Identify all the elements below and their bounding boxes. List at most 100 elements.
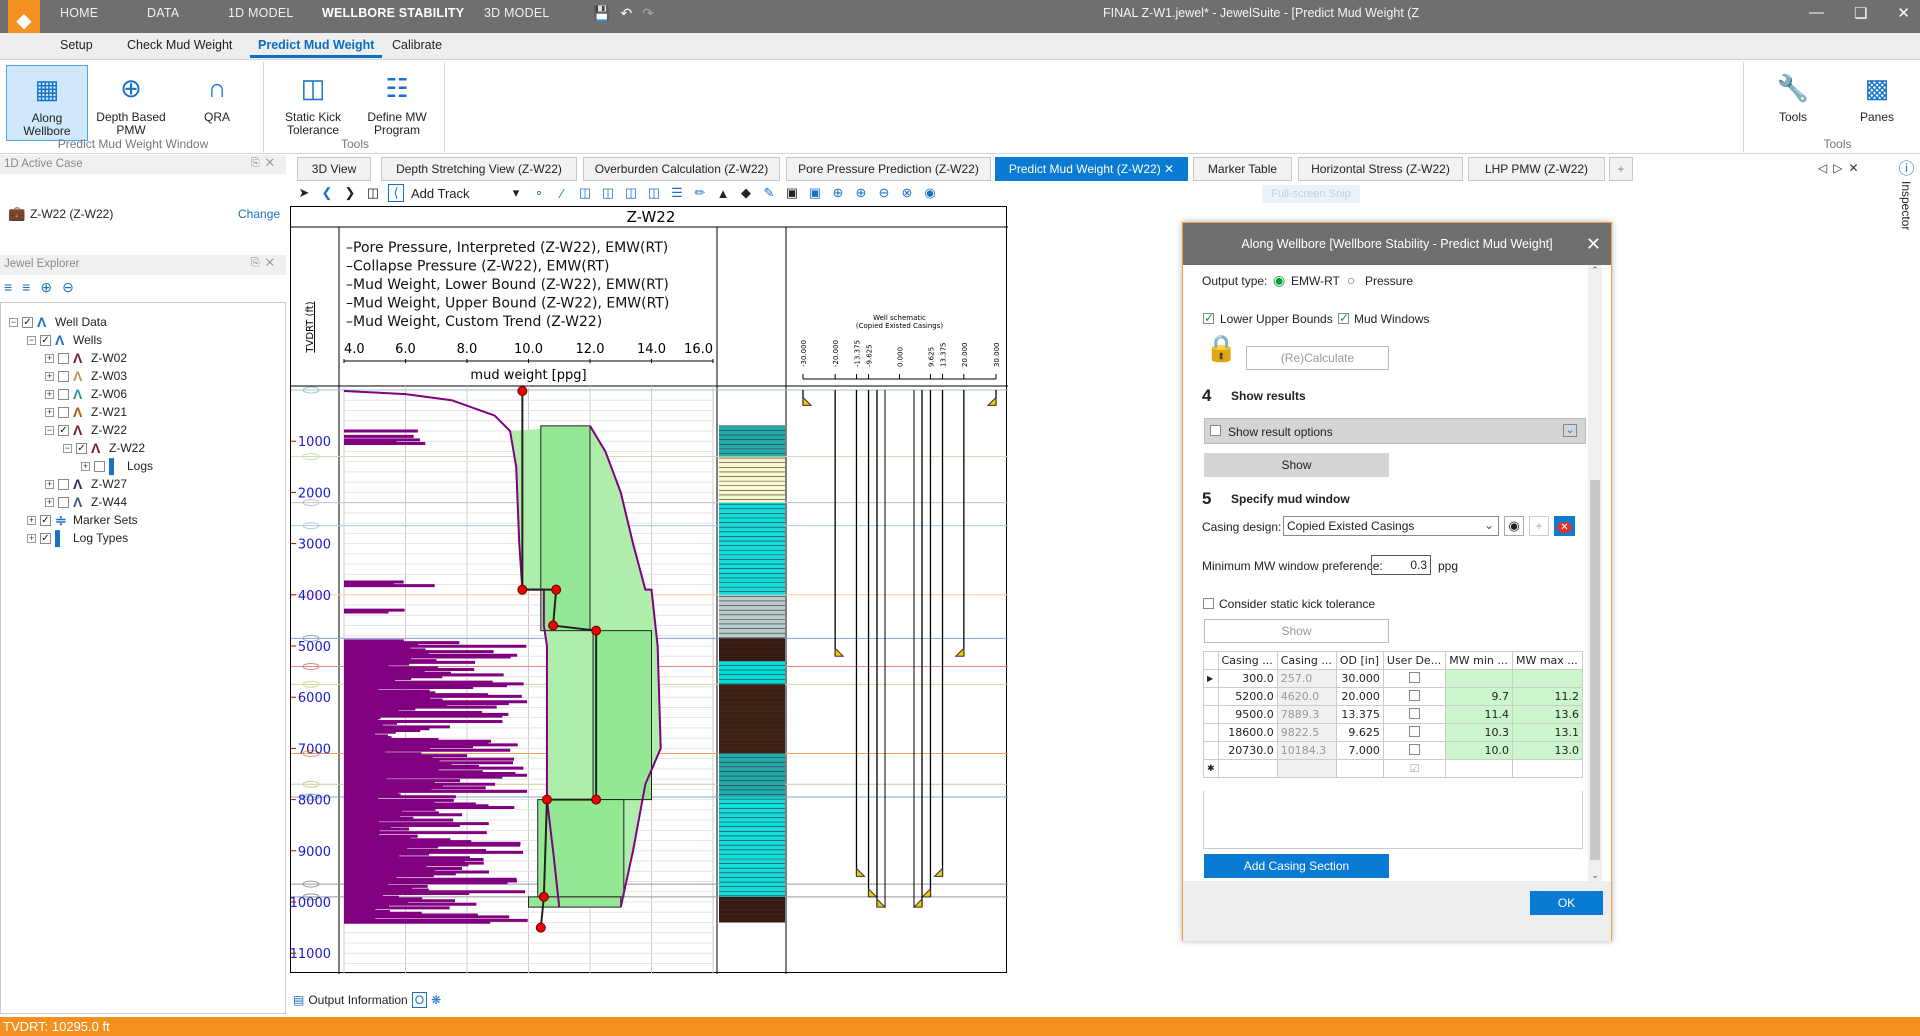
depth-based-pmw-button[interactable]: ⊕ Depth Based PMW [90,65,172,141]
sub-tab-setup[interactable]: Setup [60,38,93,52]
new-row[interactable]: ✱ ☑ [1203,759,1584,778]
main-tab-wellbore-stability[interactable]: WELLBORE STABILITY [322,0,464,33]
dialog-close-icon[interactable]: ✕ [1586,223,1601,265]
table-row[interactable]: 20730.0 10184.3 7.000 10.0 13.0 [1203,741,1584,760]
close-icon[interactable]: ✕ [1897,4,1910,22]
list-icon[interactable]: ☰ [669,185,685,201]
tree-checkbox[interactable]: ✓ [40,532,51,544]
min-mw-window-input[interactable]: 0.3 [1371,555,1431,575]
along-wellbore-button[interactable]: ▦ Along Wellbore [6,65,88,141]
camera-icon[interactable]: ▣ [784,185,800,201]
collapse-icon[interactable]: − [63,443,72,453]
expand-icon[interactable]: + [81,461,90,471]
tree-item[interactable]: + ▌ Logs [81,457,153,475]
main-tab-home[interactable]: HOME [60,0,98,33]
collapse-icon[interactable]: − [9,317,18,327]
tree-checkbox[interactable]: ✓ [58,424,69,436]
tree-checkbox[interactable]: ✓ [76,442,87,454]
sub-tab-predict-mud-weight[interactable]: Predict Mud Weight [249,38,383,58]
copy-design-button[interactable]: ◉ [1504,516,1524,536]
show-kick-button[interactable]: Show [1204,619,1389,643]
expand-options-icon[interactable]: ⌄ [1562,424,1577,437]
panes-button[interactable]: ▩ Panes [1836,65,1918,141]
tree-item[interactable]: + Λ Z-W21 [45,403,127,421]
tools-button[interactable]: 🔧 Tools [1752,65,1834,141]
output-information-tab[interactable]: ▤ Output Information O ❋ [293,992,441,1008]
zoom-in-icon[interactable]: ⊕ [853,185,869,201]
close-tab-icon[interactable]: ✕ [1164,162,1174,176]
target-icon[interactable]: ⊕ [830,185,846,201]
doc-tab-marker-table[interactable]: Marker Table [1193,157,1292,181]
user-defined-checkbox[interactable] [1409,725,1421,737]
tree-item[interactable]: − ✓ Λ Well Data [9,313,107,331]
inspector-panel[interactable]: ⓘ Inspector [1893,155,1920,1015]
pin-icon[interactable]: ⎘✕ [251,157,280,170]
tree-item[interactable]: − ✓ Λ Z-W22 [45,421,127,439]
column-header[interactable]: User De... [1382,651,1447,670]
doc-tab-predict-mud-weight[interactable]: Predict Mud Weight (Z-W22) ✕ [995,157,1188,181]
user-defined-checkbox[interactable] [1409,671,1421,683]
undo-icon[interactable]: ↶ [620,5,632,22]
expand-icon[interactable]: + [27,533,36,543]
doc-tab-overburden[interactable]: Overburden Calculation (Z-W22) [583,157,780,181]
sub-tab-calibrate[interactable]: Calibrate [392,38,442,52]
collapse-icon[interactable]: − [45,425,54,435]
change-case-link[interactable]: Change [238,207,280,221]
show-result-options-checkbox[interactable] [1210,425,1221,436]
tree-item[interactable]: + Λ Z-W03 [45,367,127,385]
tree-item[interactable]: + Λ Z-W44 [45,493,127,511]
edit-icon[interactable]: ✎ [761,185,777,201]
table-row[interactable]: 5200.0 4620.0 20.000 9.7 11.2 [1203,687,1584,706]
tree-checkbox[interactable] [58,478,69,490]
doc-tab-pore-pressure[interactable]: Pore Pressure Prediction (Z-W22) [786,157,991,181]
delete-track-icon[interactable]: ◫ [600,185,616,201]
column-header[interactable]: Casing ... [1276,651,1337,670]
mud-weight-chart[interactable]: Z-W22 –Pore Pressure, Interpreted (Z-W22)… [290,207,1008,975]
tree-item[interactable]: + Λ Z-W06 [45,385,127,403]
redo-icon[interactable]: ↷ [642,5,654,22]
dropdown-arrow-icon[interactable]: ▾ [508,185,524,201]
doc-tab-lhp-pmw[interactable]: LHP PMW (Z-W22) [1468,157,1605,181]
tree-checkbox[interactable] [58,496,69,508]
tree-checkbox[interactable] [58,406,69,418]
main-tab-3d-model[interactable]: 3D MODEL [484,0,550,33]
mud-windows-checkbox[interactable]: ✓ [1338,312,1349,324]
zoom-reset-icon[interactable]: ⊗ [899,185,915,201]
spinner-icon[interactable]: ❋ [431,993,441,1007]
restore-icon[interactable]: ❏ [1854,4,1867,22]
add-track-dropdown[interactable]: Add Track [411,186,501,201]
show-result-options-bar[interactable]: Show result options ⌄ [1204,418,1586,444]
tab-scroll-controls[interactable]: ◁▷✕ [1818,161,1865,175]
tree-checkbox[interactable] [58,370,69,382]
doc-tab-horizontal-stress[interactable]: Horizontal Stress (Z-W22) [1298,157,1463,181]
location-pin-icon[interactable]: ◉ [922,185,938,201]
qra-button[interactable]: ∩ QRA [176,65,258,141]
column-header[interactable]: MW max ... [1511,651,1584,670]
fit-icon[interactable]: ◫ [646,185,662,201]
main-tab-data[interactable]: DATA [147,0,179,33]
column-header[interactable]: OD [in] [1335,651,1384,670]
static-kick-tolerance-button[interactable]: ◫ Static Kick Tolerance [272,65,354,141]
table-row[interactable]: 18600.0 9822.5 9.625 10.3 13.1 [1203,723,1584,742]
static-kick-checkbox[interactable] [1203,598,1214,609]
add-point-icon[interactable]: ∘ [531,185,547,201]
expand-all-icon[interactable]: ≡ [22,279,30,296]
draw-icon[interactable]: ∕ [554,186,570,201]
lock-icon[interactable]: 🔒 [1205,333,1237,364]
column-header[interactable]: Casing ... [1217,651,1278,670]
merge-icon[interactable]: ◫ [623,185,639,201]
new-tab-button[interactable]: + [1609,157,1633,181]
tree-item[interactable]: + Λ Z-W02 [45,349,127,367]
table-row[interactable]: ▶ 300.0 257.0 30.000 [1203,669,1584,688]
sub-tab-check-mud-weight[interactable]: Check Mud Weight [127,38,232,52]
tree-checkbox[interactable] [58,352,69,364]
split-icon[interactable]: ◫ [577,185,593,201]
tree-item[interactable]: − ✓ Λ Wells [27,331,102,349]
dialog-scrollbar[interactable]: ⌃ ⌄ [1588,265,1602,881]
tree-checkbox[interactable]: ✓ [22,316,33,328]
expand-icon[interactable]: + [45,497,54,507]
minimize-icon[interactable]: — [1809,4,1824,22]
table-row[interactable]: 9500.0 7889.3 13.375 11.4 13.6 [1203,705,1584,724]
pick-icon[interactable]: ✏ [692,185,708,201]
brush-icon[interactable]: ▲ [715,186,731,201]
